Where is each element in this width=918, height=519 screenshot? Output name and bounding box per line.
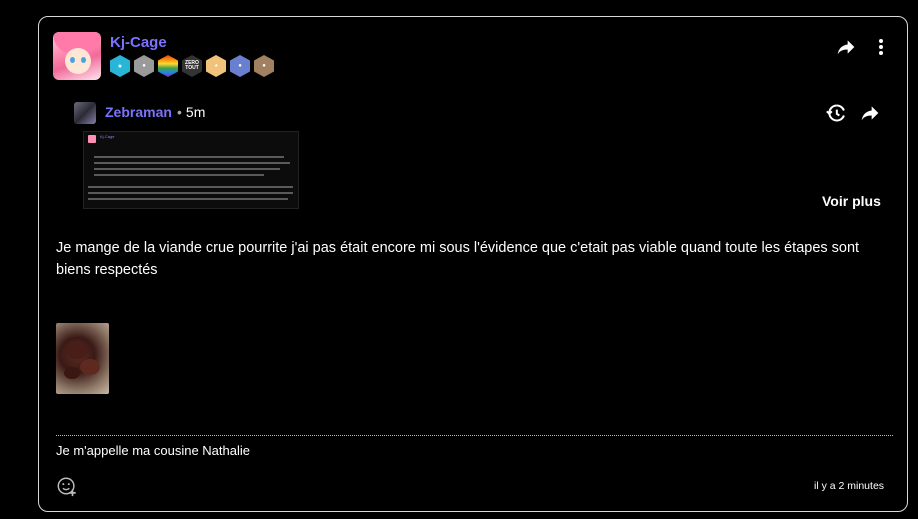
post-card: Kj-Cage ★ ● ZERO TOUT ◕ ● ● Zebraman • 5m… xyxy=(38,16,908,512)
thumbnail-avatar xyxy=(88,135,96,143)
share-button[interactable] xyxy=(835,36,857,58)
attached-image[interactable] xyxy=(56,323,109,394)
zero-tout-badge-text: ZERO TOUT xyxy=(185,60,199,71)
history-icon xyxy=(826,104,845,122)
zero-tout-icon[interactable]: ZERO TOUT xyxy=(182,55,202,77)
author-username[interactable]: Kj-Cage xyxy=(110,34,167,51)
author-avatar[interactable] xyxy=(53,32,101,80)
post-caption: Je m'appelle ma cousine Nathalie xyxy=(56,443,250,458)
share-arrow-icon xyxy=(837,40,855,55)
star-icon[interactable]: ★ xyxy=(110,55,130,77)
reply-share-button[interactable] xyxy=(859,102,881,124)
caption-divider xyxy=(56,435,893,436)
reply-author-username[interactable]: Zebraman xyxy=(105,104,172,120)
reply-author-avatar[interactable] xyxy=(74,102,96,124)
post-message: Je mange de la viande crue pourrite j'ai… xyxy=(56,240,860,278)
share-arrow-icon xyxy=(861,106,879,121)
add-reaction-button[interactable] xyxy=(56,475,78,497)
quoted-post-thumbnail[interactable]: Kj-Cage xyxy=(83,131,299,209)
reply-separator: • xyxy=(177,104,182,120)
history-button[interactable] xyxy=(825,102,847,124)
badge-list: ★ ● ZERO TOUT ◕ ● ● xyxy=(110,55,274,77)
reply-time-value: 5m xyxy=(185,104,206,120)
kebab-menu-icon xyxy=(879,39,883,55)
more-options-button[interactable] xyxy=(873,36,889,58)
add-emoji-icon xyxy=(57,477,76,497)
thumbnail-author: Kj-Cage xyxy=(100,134,115,139)
post-timestamp: il y a 2 minutes xyxy=(814,480,885,492)
bearded-man-icon[interactable]: ● xyxy=(254,55,274,77)
rainbow-flag-icon[interactable] xyxy=(158,55,178,77)
reply-time: • 5m xyxy=(177,104,205,120)
person-badge-icon[interactable]: ● xyxy=(134,55,154,77)
see-more-link[interactable]: Voir plus xyxy=(822,193,881,209)
man-glasses-icon[interactable]: ● xyxy=(230,55,250,77)
anime-girl-icon[interactable]: ◕ xyxy=(206,55,226,77)
